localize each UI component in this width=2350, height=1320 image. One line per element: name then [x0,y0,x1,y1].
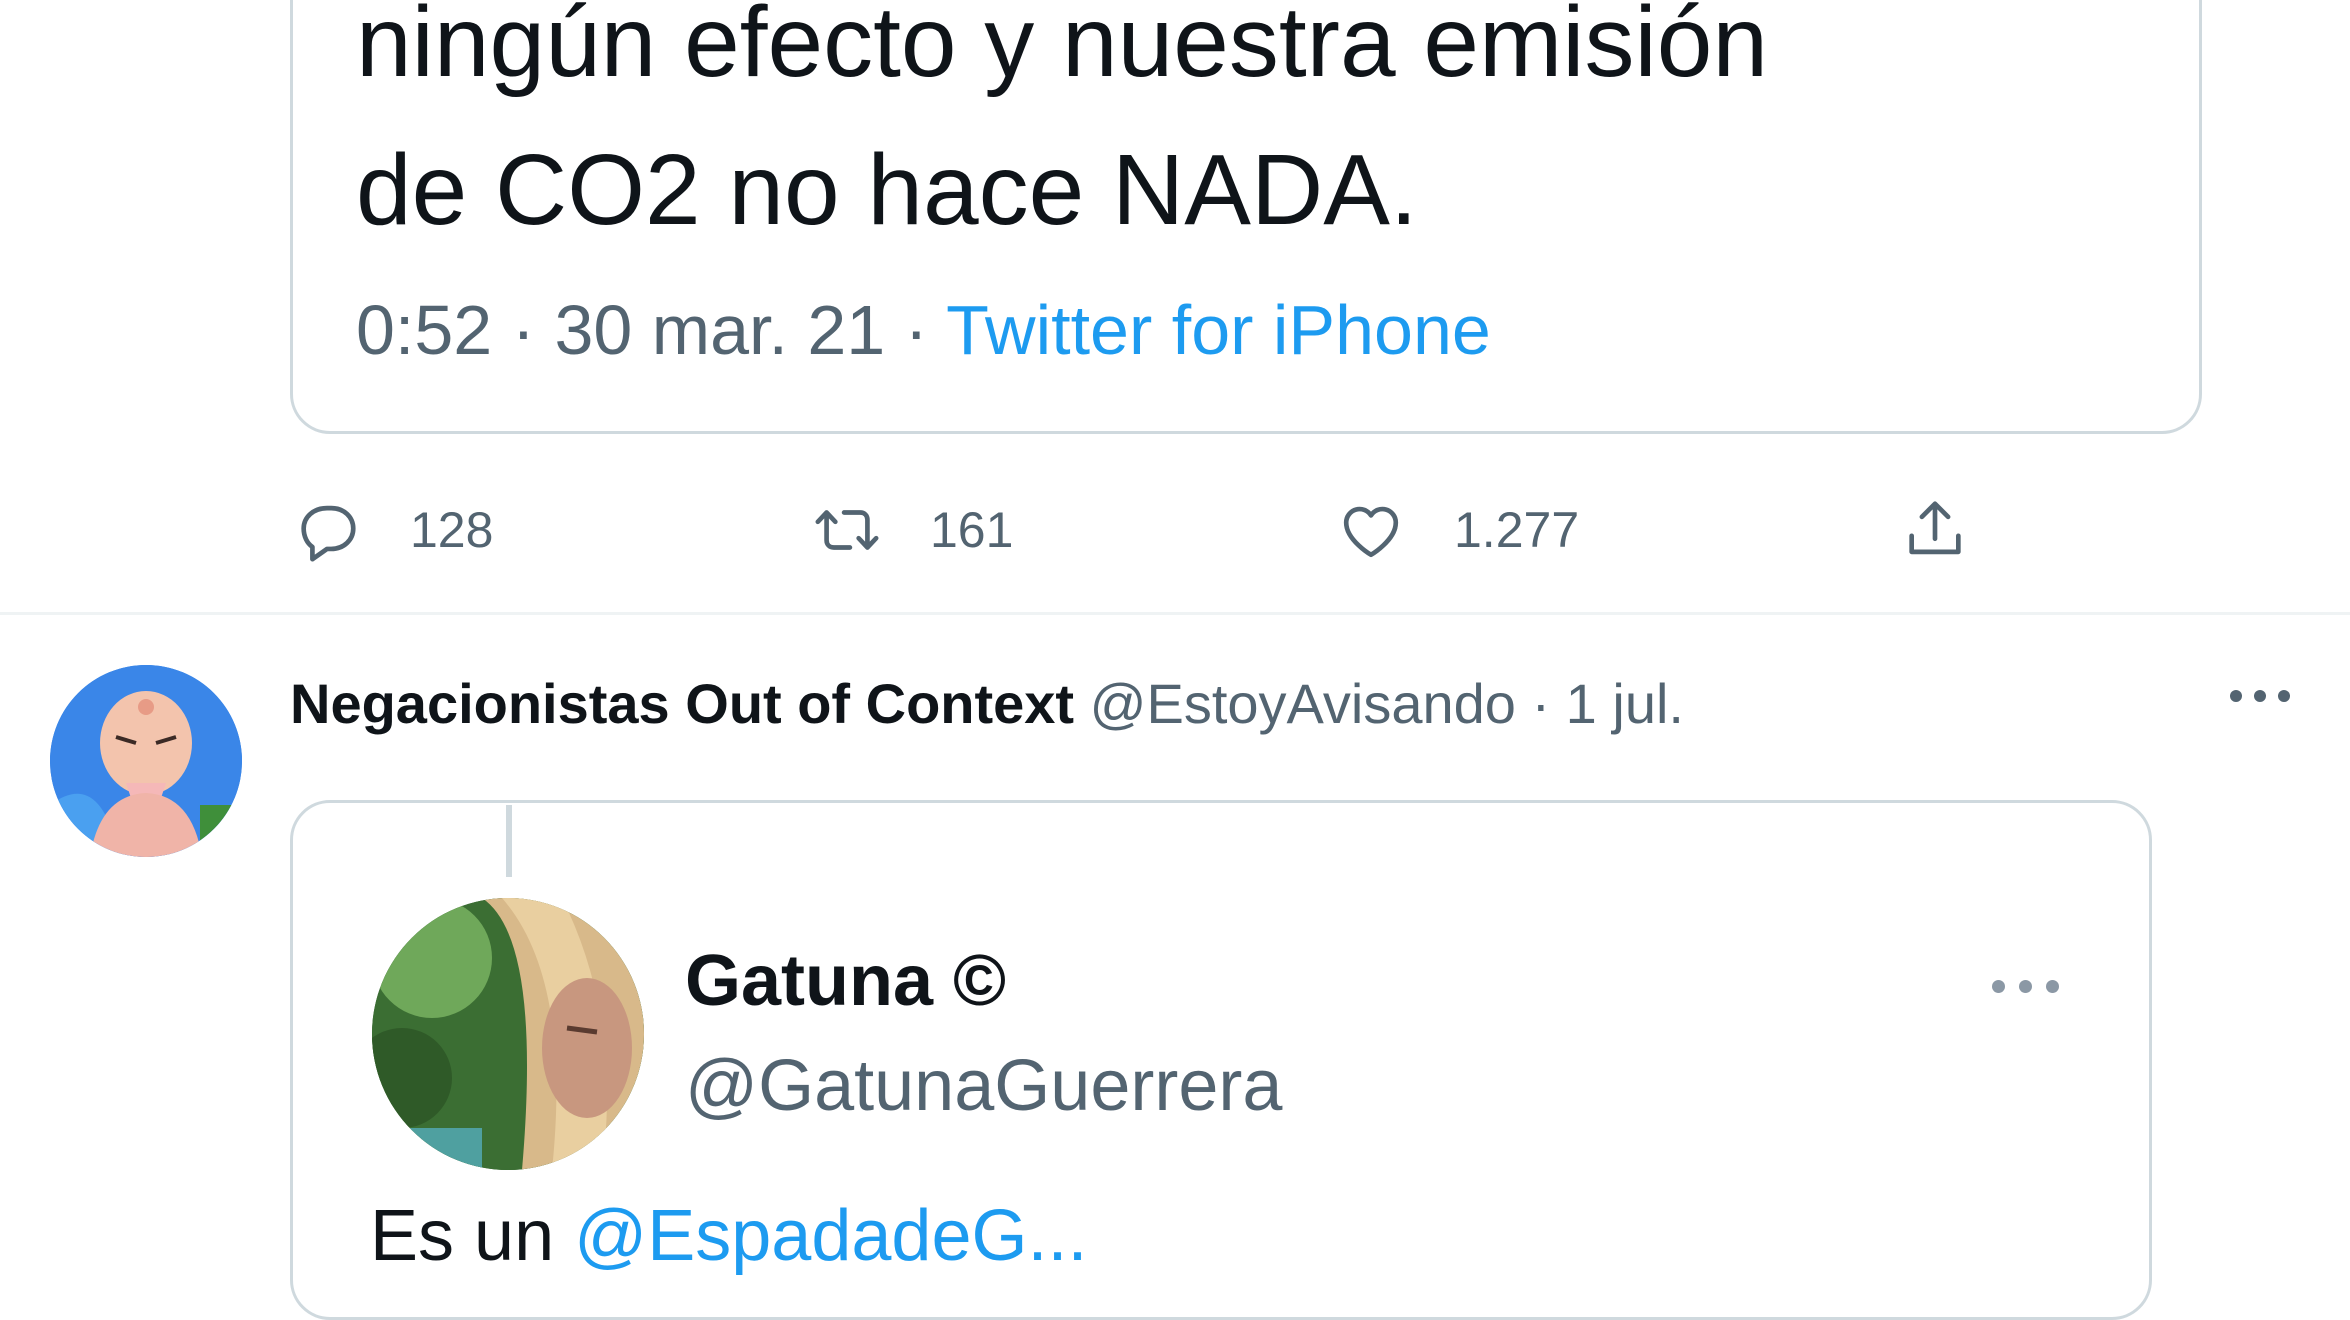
tweet-text-line-1: ningún efecto y nuestra emisión [356,0,1768,98]
author-avatar[interactable] [50,665,242,857]
retweet-icon [815,510,879,550]
share-button[interactable] [1900,495,1970,565]
tweet-header: Negacionistas Out of Context @EstoyAvisa… [290,676,1684,732]
author-handle-and-date[interactable]: @EstoyAvisando · 1 jul. [1090,672,1684,735]
embedded-mention-link[interactable]: @EspadadeG... [574,1196,1087,1276]
more-horizontal-icon[interactable] [1992,980,2059,993]
reply-icon [301,505,356,562]
retweet-button[interactable]: 161 [812,495,1013,565]
tweet-time: 0:52 · 30 mar. 21 · [356,291,947,369]
retweet-count: 161 [930,502,1014,558]
author-name[interactable]: Negacionistas Out of Context [290,672,1074,735]
thread-connector-line [506,805,512,877]
embedded-author-handle[interactable]: @GatunaGuerrera [685,1050,1282,1122]
reply-count: 128 [410,502,494,558]
like-count: 1.277 [1454,502,1580,558]
tweet-text-line-2: de CO2 no hace NADA. [356,134,1418,246]
tweet-source-link[interactable]: Twitter for iPhone [946,291,1491,369]
tweet-divider [0,612,2350,615]
share-icon [1909,501,1961,555]
reply-button[interactable]: 128 [292,495,493,565]
embedded-author-avatar[interactable] [372,898,644,1170]
like-button[interactable]: 1.277 [1336,495,1579,565]
heart-icon [1343,506,1399,558]
embedded-tweet-text: Es un @EspadadeG... [370,1200,1088,1272]
tweet-timestamp: 0:52 · 30 mar. 21 · Twitter for iPhone [356,295,1491,365]
embedded-author-name[interactable]: Gatuna © [685,945,1006,1017]
more-horizontal-icon[interactable] [2230,690,2290,702]
embedded-text-start: Es un [370,1196,575,1276]
